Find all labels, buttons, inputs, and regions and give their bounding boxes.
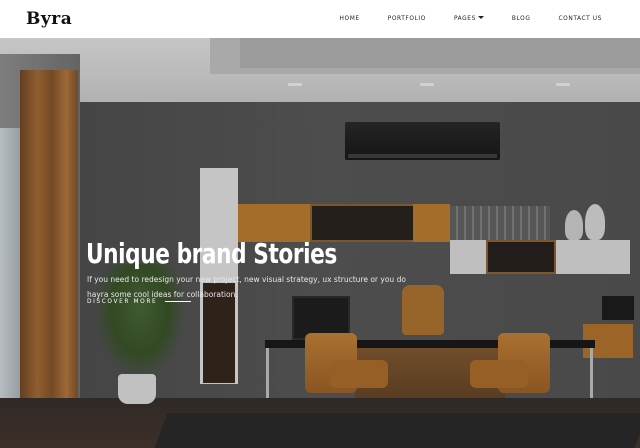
hero-title: Unique brand Stories [86, 236, 337, 270]
nav-portfolio[interactable]: PORTFOLIO [388, 14, 426, 22]
nav-pages-label: PAGES [453, 14, 476, 22]
nav-blog[interactable]: BLOG [512, 14, 531, 22]
nav-pages[interactable]: PAGES [454, 14, 484, 22]
discover-more-link[interactable]: DISCOVER MORE [87, 297, 192, 305]
nav-contact-us[interactable]: CONTACT US [558, 14, 602, 22]
site-logo[interactable]: Byra [26, 9, 72, 29]
chevron-down-icon [477, 16, 484, 19]
main-nav: HOME PORTFOLIO PAGES BLOG CONTACT US [312, 14, 602, 22]
hero-section: Unique brand Stories If you need to rede… [0, 38, 640, 448]
navbar: Byra HOME PORTFOLIO PAGES BLOG CONTACT U… [0, 0, 640, 38]
discover-more-label: DISCOVER MORE [87, 297, 158, 305]
nav-home[interactable]: HOME [340, 14, 360, 22]
arrow-line-icon [165, 300, 192, 302]
